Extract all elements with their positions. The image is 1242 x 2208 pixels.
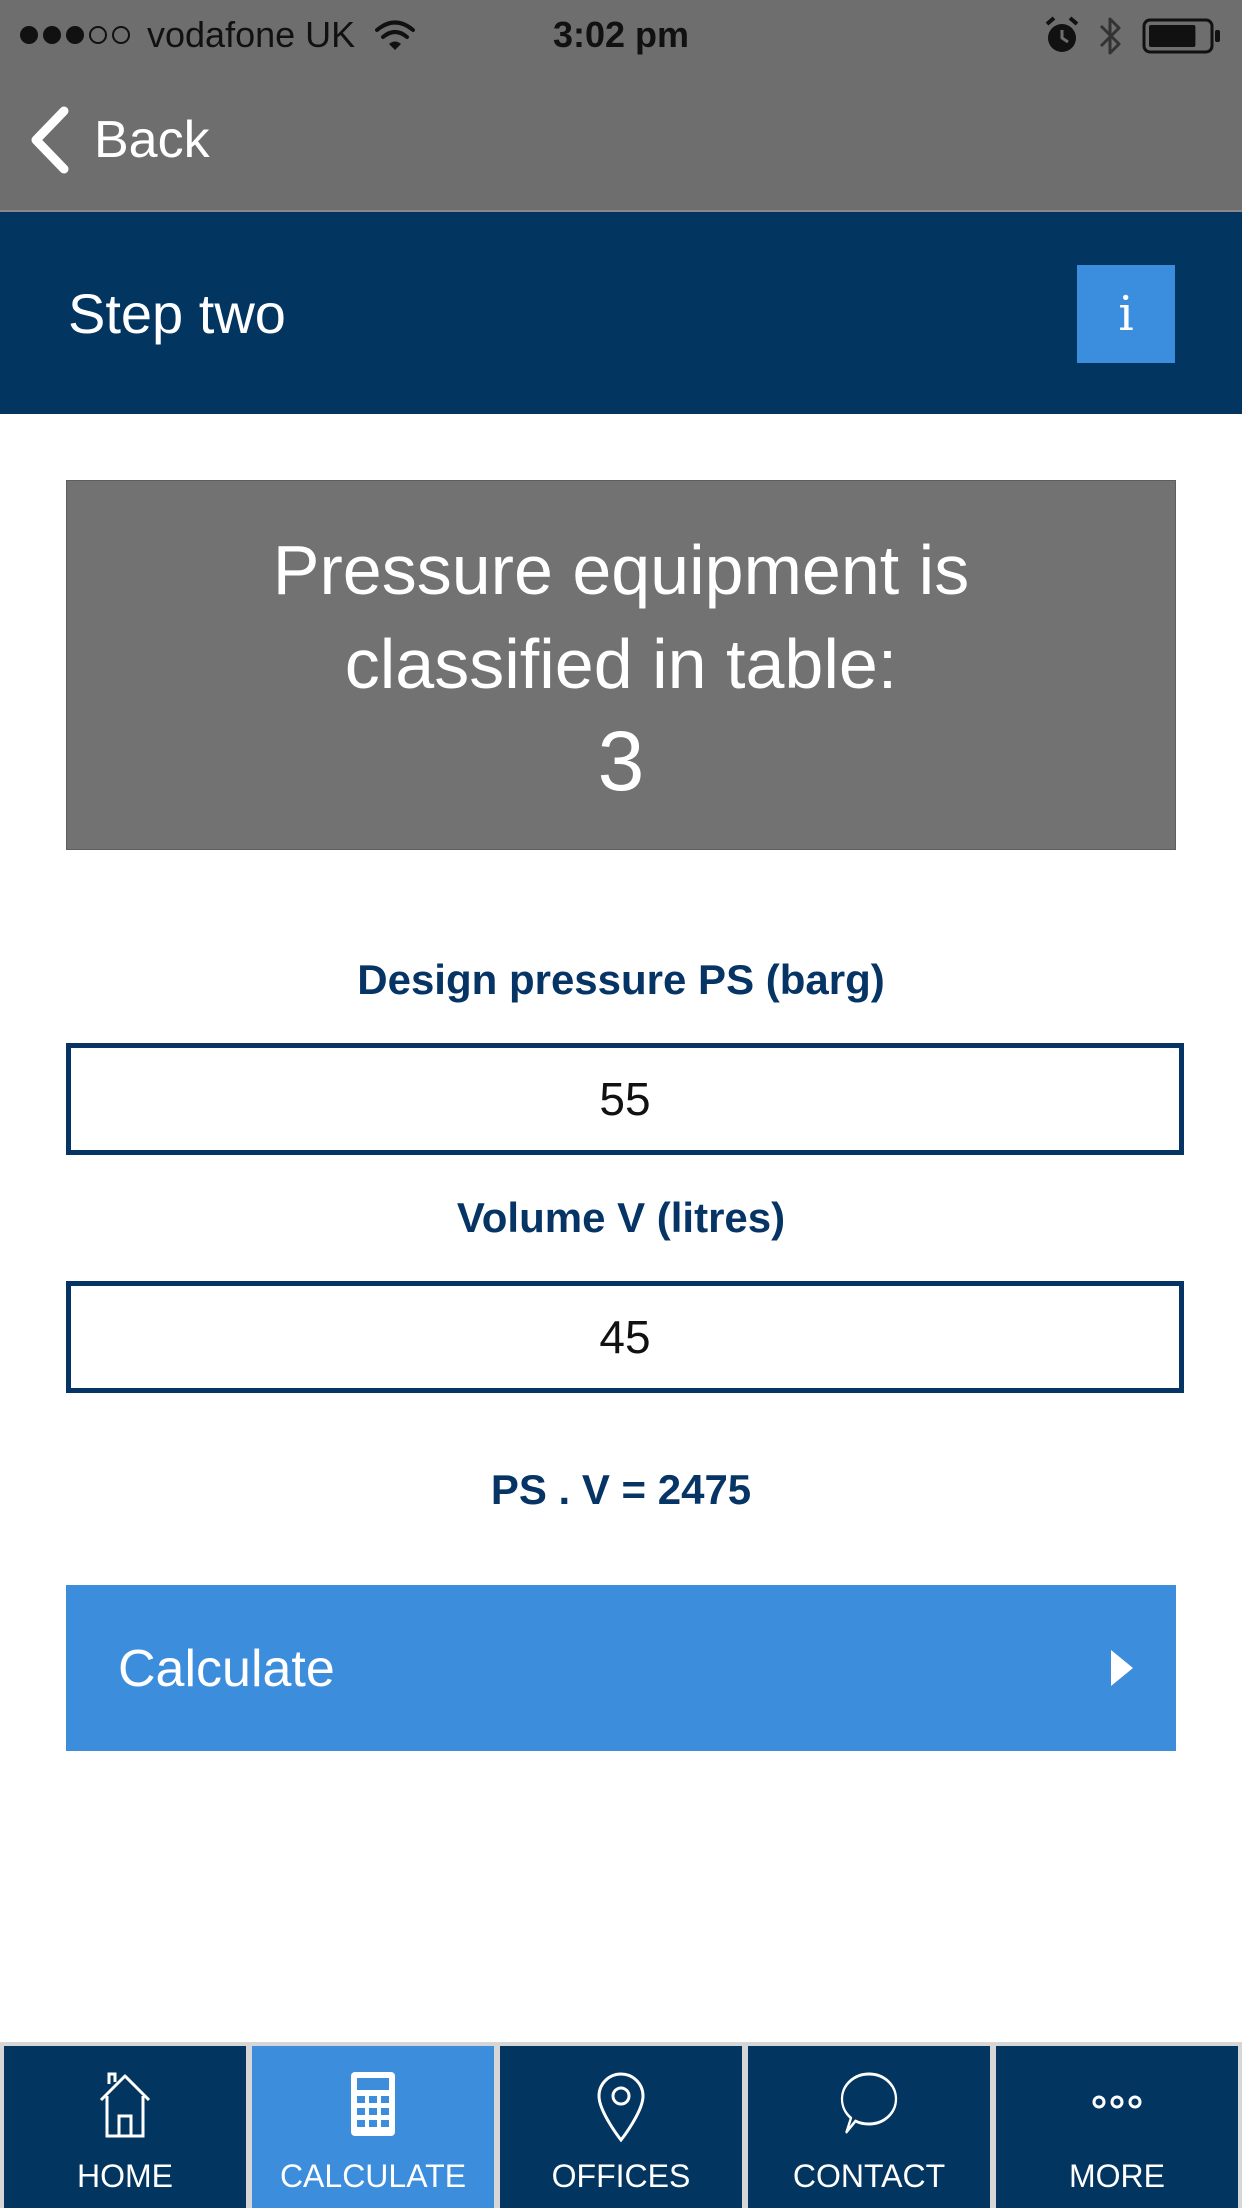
- back-button[interactable]: Back: [28, 100, 210, 180]
- tab-contact-label: CONTACT: [792, 2158, 946, 2194]
- tab-more-label: MORE: [1069, 2158, 1165, 2194]
- tab-home[interactable]: HOME: [4, 2046, 246, 2208]
- chevron-left-icon: [31, 106, 69, 174]
- tab-more[interactable]: MORE: [996, 2046, 1238, 2208]
- calculate-button[interactable]: Calculate: [66, 1585, 1176, 1751]
- tab-contact[interactable]: CONTACT: [748, 2046, 990, 2208]
- classification-result: Pressure equipment is classified in tabl…: [66, 480, 1176, 850]
- tab-bar: HOME CALCULATE OFFICES CONTACT MORE: [0, 2042, 1242, 2208]
- result-table-number: 3: [597, 714, 645, 808]
- pressure-input[interactable]: 55: [66, 1043, 1184, 1155]
- ps-v-product: PS . V = 2475: [490, 1466, 752, 1513]
- bluetooth-icon: [1099, 17, 1121, 55]
- map-pin-icon: [597, 2072, 645, 2143]
- result-text-line2: classified in table:: [344, 625, 898, 703]
- info-button[interactable]: i: [1077, 265, 1175, 363]
- calculate-label: Calculate: [118, 1640, 335, 1698]
- tab-offices[interactable]: OFFICES: [500, 2046, 742, 2208]
- volume-label: Volume V (litres): [456, 1194, 786, 1241]
- status-bar: vodafone UK 3:02 pm: [0, 0, 1242, 70]
- calculator-icon: [351, 2072, 395, 2136]
- status-right: [1044, 14, 1222, 58]
- home-icon: [99, 2072, 151, 2138]
- result-text-line1: Pressure equipment is: [272, 531, 970, 609]
- tab-calculate-label: CALCULATE: [279, 2158, 467, 2194]
- back-label: Back: [94, 111, 210, 169]
- page-title: Step two: [68, 282, 286, 345]
- chevron-right-icon: [1111, 1650, 1133, 1686]
- pressure-label: Design pressure PS (barg): [357, 956, 885, 1003]
- alarm-icon: [1045, 16, 1079, 52]
- tab-offices-label: OFFICES: [551, 2158, 691, 2194]
- battery-icon: [1142, 18, 1220, 54]
- navigation-bar: Back: [0, 70, 1242, 212]
- more-dots-icon: [1092, 2095, 1142, 2109]
- volume-input[interactable]: 45: [66, 1281, 1184, 1393]
- tab-home-label: HOME: [77, 2158, 173, 2194]
- tab-calculate[interactable]: CALCULATE: [252, 2046, 494, 2208]
- chat-bubble-icon: [840, 2072, 898, 2134]
- step-header: Step two i: [0, 212, 1242, 414]
